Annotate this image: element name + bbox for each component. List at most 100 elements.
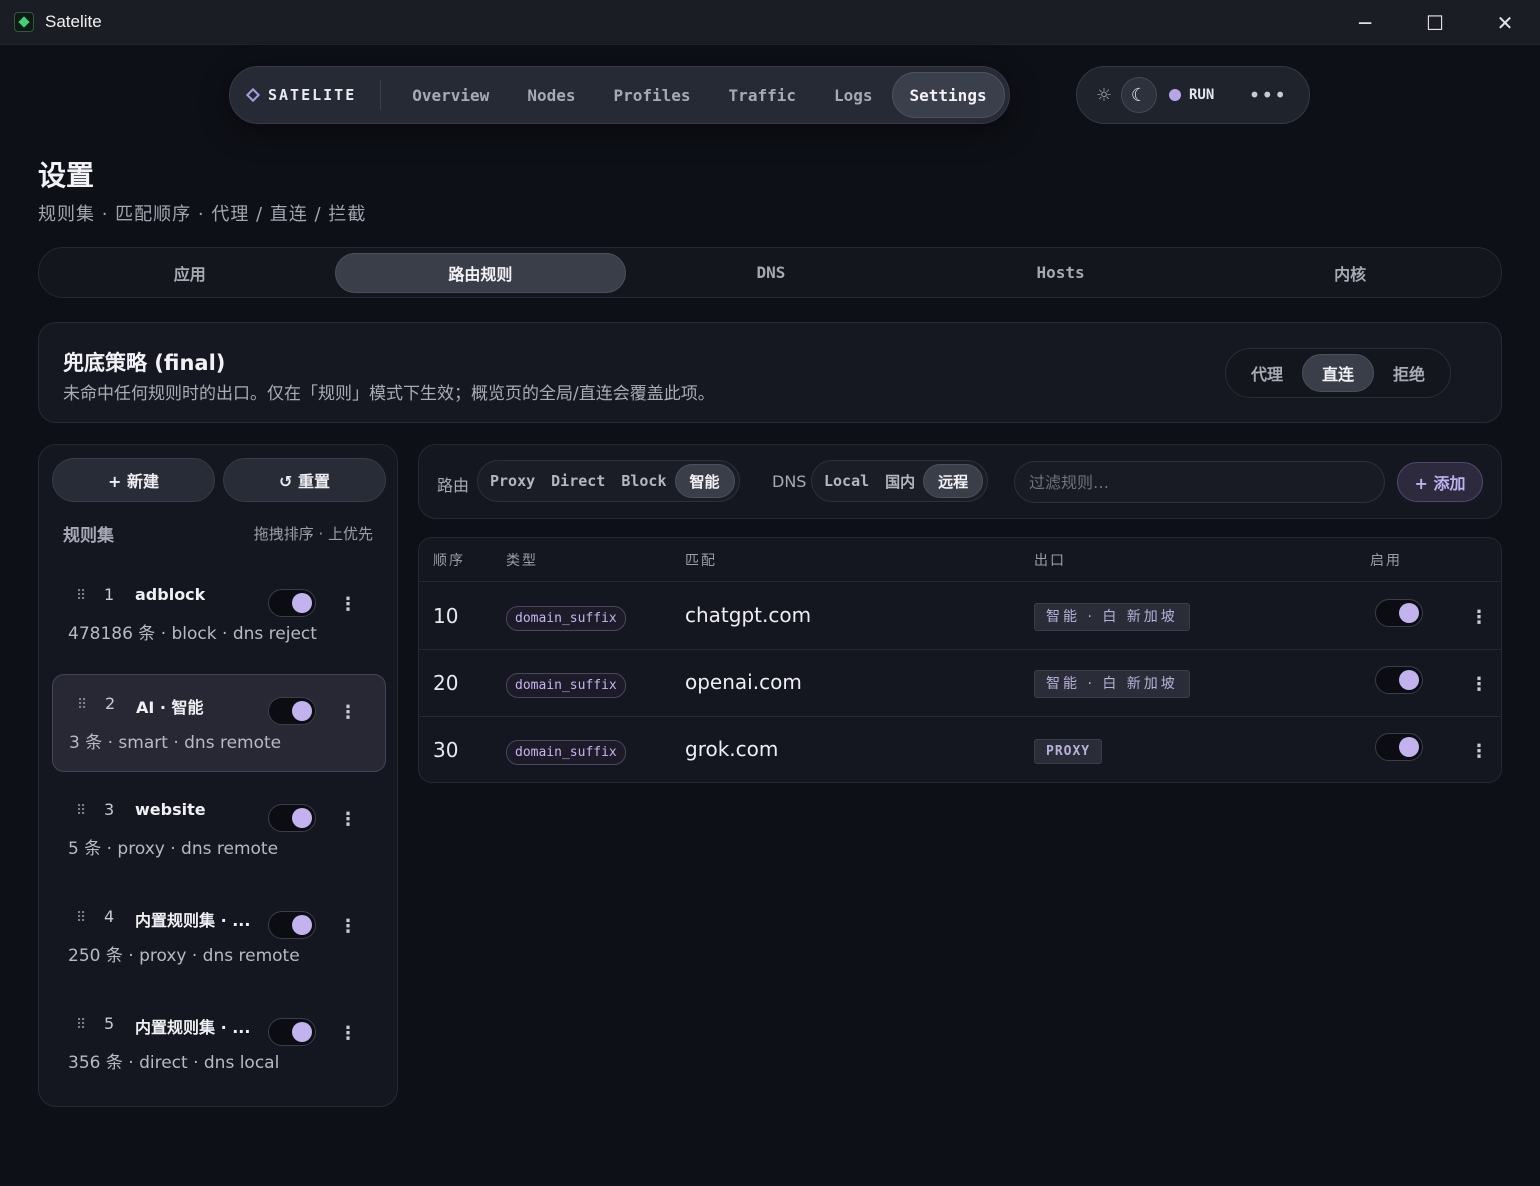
kebab-menu-icon[interactable]: ⋮ xyxy=(339,918,357,936)
toggle-knob xyxy=(1399,670,1419,690)
kebab-menu-icon[interactable]: ⋮ xyxy=(339,704,357,722)
add-rule-button[interactable]: + 添加 xyxy=(1397,462,1483,502)
route-option-smart[interactable]: 智能 xyxy=(674,464,735,498)
rule-order: 10 xyxy=(433,604,459,628)
nav-logs[interactable]: Logs xyxy=(815,72,892,118)
more-icon[interactable]: ••• xyxy=(1249,83,1287,107)
rule-toggle[interactable] xyxy=(1375,599,1423,627)
page-title: 设置 xyxy=(38,159,95,192)
drag-handle-icon[interactable]: ⠿ xyxy=(76,588,86,604)
nav-overview[interactable]: Overview xyxy=(393,72,508,118)
tab-hosts[interactable]: Hosts xyxy=(916,253,1206,293)
kebab-menu-icon[interactable]: ⋮ xyxy=(1470,609,1488,627)
toggle-knob xyxy=(292,1022,312,1042)
ruleset-name: website xyxy=(135,800,206,819)
rule-type-badge: domain_suffix xyxy=(506,673,626,698)
brand-diamond-icon xyxy=(245,87,261,103)
top-controls: ☼ ☾ RUN ••• xyxy=(1076,66,1310,124)
tab-routing-rules[interactable]: 路由规则 xyxy=(334,252,627,293)
brand[interactable]: SATELITE xyxy=(245,80,382,110)
final-option-direct[interactable]: 直连 xyxy=(1302,354,1374,392)
brand-name: SATELITE xyxy=(268,86,357,104)
column-order: 顺序 xyxy=(433,553,465,569)
final-strategy-desc: 未命中任何规则时的出口。仅在「规则」模式下生效；概览页的全局/直连会覆盖此项。 xyxy=(63,384,715,404)
ruleset-toggle[interactable] xyxy=(268,804,316,832)
title-bar: Satelite ─ ☐ ✕ xyxy=(0,0,1540,45)
nav-settings[interactable]: Settings xyxy=(891,72,1005,118)
ruleset-item[interactable]: ⠿ 5 内置规则集 · ... ⋮ 356 条 · direct · dns l… xyxy=(52,995,386,1093)
maximize-button[interactable]: ☐ xyxy=(1400,0,1470,45)
rule-filter-input[interactable] xyxy=(1014,461,1385,503)
sun-icon[interactable]: ☼ xyxy=(1087,85,1121,106)
kebab-menu-icon[interactable]: ⋮ xyxy=(1470,676,1488,694)
rule-order: 30 xyxy=(433,738,459,762)
dns-label: DNS xyxy=(772,472,807,491)
column-match: 匹配 xyxy=(685,553,717,569)
rule-toggle[interactable] xyxy=(1375,733,1423,761)
route-selector: Proxy Direct Block 智能 xyxy=(477,460,740,502)
kebab-menu-icon[interactable]: ⋮ xyxy=(339,1025,357,1043)
tab-app[interactable]: 应用 xyxy=(45,253,335,293)
ruleset-meta: 356 条 · direct · dns local xyxy=(68,1053,280,1073)
minimize-button[interactable]: ─ xyxy=(1330,0,1400,45)
ruleset-index: 5 xyxy=(104,1014,115,1033)
ruleset-toggle[interactable] xyxy=(268,697,316,725)
final-option-reject[interactable]: 拒绝 xyxy=(1374,354,1444,392)
table-header: 顺序 类型 匹配 出口 启用 xyxy=(419,538,1501,582)
ruleset-heading: 规则集 xyxy=(63,526,114,546)
ruleset-index: 4 xyxy=(104,907,115,926)
table-row[interactable]: 10 domain_suffix chatgpt.com 智能 · 白 新加坡 … xyxy=(419,583,1501,650)
top-nav: SATELITE Overview Nodes Profiles Traffic… xyxy=(229,66,1010,124)
nav-traffic[interactable]: Traffic xyxy=(710,72,815,118)
dns-option-local[interactable]: Local xyxy=(816,464,877,498)
rule-match: grok.com xyxy=(685,737,779,761)
drag-handle-icon[interactable]: ⠿ xyxy=(77,697,87,713)
ruleset-meta: 478186 条 · block · dns reject xyxy=(68,624,317,644)
nav-nodes[interactable]: Nodes xyxy=(508,72,594,118)
route-option-direct[interactable]: Direct xyxy=(543,464,613,498)
drag-handle-icon[interactable]: ⠿ xyxy=(76,803,86,819)
kebab-menu-icon[interactable]: ⋮ xyxy=(1470,743,1488,761)
toggle-knob xyxy=(292,808,312,828)
ruleset-item[interactable]: ⠿ 4 内置规则集 · ... ⋮ 250 条 · proxy · dns re… xyxy=(52,888,386,986)
route-option-proxy[interactable]: Proxy xyxy=(482,464,543,498)
tab-kernel[interactable]: 内核 xyxy=(1205,253,1495,293)
ruleset-toggle[interactable] xyxy=(268,589,316,617)
run-status[interactable]: RUN xyxy=(1169,87,1214,103)
table-row[interactable]: 30 domain_suffix grok.com PROXY ⋮ xyxy=(419,717,1501,782)
ruleset-toggle[interactable] xyxy=(268,911,316,939)
toggle-knob xyxy=(1399,603,1419,623)
rule-outbound-badge: 智能 · 白 新加坡 xyxy=(1034,670,1190,698)
ruleset-item[interactable]: ⠿ 2 AI · 智能 ⋮ 3 条 · smart · dns remote xyxy=(52,674,386,772)
route-label: 路由 xyxy=(437,476,470,495)
ruleset-meta: 3 条 · smart · dns remote xyxy=(69,733,282,753)
dns-option-remote[interactable]: 远程 xyxy=(923,464,984,498)
tab-dns[interactable]: DNS xyxy=(626,253,916,293)
ruleset-item[interactable]: ⠿ 1 adblock ⋮ 478186 条 · block · dns rej… xyxy=(52,566,386,664)
rule-toggle[interactable] xyxy=(1375,666,1423,694)
rule-outbound-badge: 智能 · 白 新加坡 xyxy=(1034,603,1190,631)
new-ruleset-button[interactable]: + 新建 xyxy=(52,458,215,502)
ruleset-name: 内置规则集 · ... xyxy=(135,911,251,930)
drag-handle-icon[interactable]: ⠿ xyxy=(76,910,86,926)
ruleset-index: 2 xyxy=(105,694,116,713)
kebab-menu-icon[interactable]: ⋮ xyxy=(339,596,357,614)
kebab-menu-icon[interactable]: ⋮ xyxy=(339,811,357,829)
rule-match: chatgpt.com xyxy=(685,603,812,627)
dns-option-domestic[interactable]: 国内 xyxy=(877,464,923,498)
column-outbound: 出口 xyxy=(1034,553,1066,569)
reset-button[interactable]: ↺ 重置 xyxy=(223,458,386,502)
moon-icon[interactable]: ☾ xyxy=(1121,77,1157,113)
route-option-block[interactable]: Block xyxy=(613,464,674,498)
ruleset-toggle[interactable] xyxy=(268,1018,316,1046)
drag-handle-icon[interactable]: ⠿ xyxy=(76,1017,86,1033)
final-option-proxy[interactable]: 代理 xyxy=(1232,354,1302,392)
table-row[interactable]: 20 domain_suffix openai.com 智能 · 白 新加坡 ⋮ xyxy=(419,650,1501,717)
rule-outbound-badge: PROXY xyxy=(1034,739,1103,764)
ruleset-item[interactable]: ⠿ 3 website ⋮ 5 条 · proxy · dns remote xyxy=(52,781,386,879)
page-subtitle: 规则集 · 匹配顺序 · 代理 / 直连 / 拦截 xyxy=(38,204,367,225)
nav-profiles[interactable]: Profiles xyxy=(594,72,709,118)
run-status-label: RUN xyxy=(1189,87,1215,103)
close-button[interactable]: ✕ xyxy=(1470,0,1540,45)
status-dot-icon xyxy=(1169,89,1181,101)
